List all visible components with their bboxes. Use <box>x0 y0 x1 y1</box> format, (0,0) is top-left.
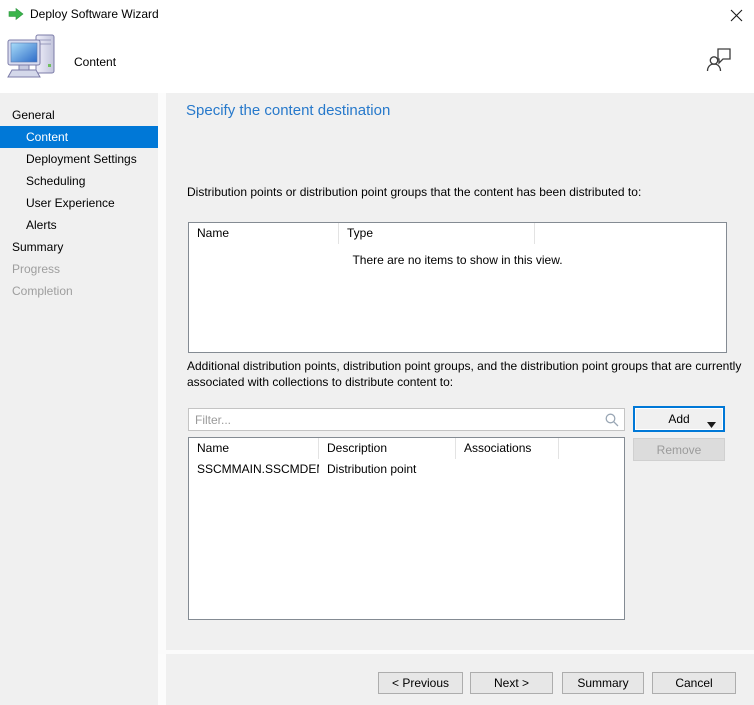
additional-table-header: NameDescriptionAssociations <box>189 438 624 459</box>
sidebar-item-summary[interactable]: Summary <box>0 236 158 258</box>
remove-button-label: Remove <box>657 443 702 457</box>
column-header-filler <box>535 223 726 244</box>
next-button[interactable]: Next > <box>470 672 553 694</box>
distributed-table[interactable]: NameType There are no items to show in t… <box>188 222 727 353</box>
sidebar-item-user-experience[interactable]: User Experience <box>0 192 158 214</box>
wizard-arrow-icon <box>8 6 24 22</box>
column-header-filler <box>559 438 624 459</box>
sidebar-item-alerts[interactable]: Alerts <box>0 214 158 236</box>
sidebar-item-progress: Progress <box>0 258 158 280</box>
column-header-description[interactable]: Description <box>319 438 456 459</box>
empty-message: There are no items to show in this view. <box>189 253 726 267</box>
sidebar-item-content[interactable]: Content <box>0 126 158 148</box>
remove-button[interactable]: Remove <box>633 438 725 461</box>
wizard-header: Content <box>0 28 754 93</box>
sidebar-item-general[interactable]: General <box>0 104 158 126</box>
distributed-list-label: Distribution points or distribution poin… <box>187 185 641 199</box>
content-pane: Specify the content destination Distribu… <box>166 93 754 705</box>
pane-divider <box>158 93 166 705</box>
distributed-table-header: NameType <box>189 223 726 244</box>
table-cell: Distribution point <box>319 459 456 479</box>
cancel-button[interactable]: Cancel <box>652 672 736 694</box>
column-header-associations[interactable]: Associations <box>456 438 559 459</box>
footer-separator <box>158 650 754 654</box>
page-title: Specify the content destination <box>186 102 390 119</box>
filter-input[interactable] <box>191 410 600 429</box>
sidebar-item-scheduling[interactable]: Scheduling <box>0 170 158 192</box>
table-cell: SSCMMAIN.SSCMDEM... <box>189 459 319 479</box>
additional-table[interactable]: NameDescriptionAssociations SSCMMAIN.SSC… <box>188 437 625 620</box>
previous-button[interactable]: < Previous <box>378 672 463 694</box>
search-icon[interactable] <box>604 412 620 428</box>
column-header-name[interactable]: Name <box>189 438 319 459</box>
table-cell <box>456 459 559 479</box>
feedback-icon[interactable] <box>706 46 732 72</box>
computer-icon <box>6 33 62 87</box>
add-button-label: Add <box>668 412 689 426</box>
dropdown-caret-icon <box>707 417 716 423</box>
add-button[interactable]: Add <box>633 406 725 432</box>
wizard-nav: GeneralContentDeployment SettingsSchedul… <box>0 93 158 705</box>
summary-button[interactable]: Summary <box>562 672 644 694</box>
sidebar-item-deployment-settings[interactable]: Deployment Settings <box>0 148 158 170</box>
wizard-step-label: Content <box>74 55 116 69</box>
wizard-body: GeneralContentDeployment SettingsSchedul… <box>0 93 754 705</box>
filter-input-wrap <box>188 408 625 431</box>
additional-list-label: Additional distribution points, distribu… <box>187 359 753 391</box>
column-header-name[interactable]: Name <box>189 223 339 244</box>
close-icon[interactable] <box>726 5 746 25</box>
titlebar: Deploy Software Wizard <box>0 0 754 28</box>
additional-table-rows: SSCMMAIN.SSCMDEM...Distribution point <box>189 459 624 479</box>
column-header-type[interactable]: Type <box>339 223 535 244</box>
sidebar-item-completion: Completion <box>0 280 158 302</box>
window-title: Deploy Software Wizard <box>30 0 159 28</box>
table-row[interactable]: SSCMMAIN.SSCMDEM...Distribution point <box>189 459 624 479</box>
